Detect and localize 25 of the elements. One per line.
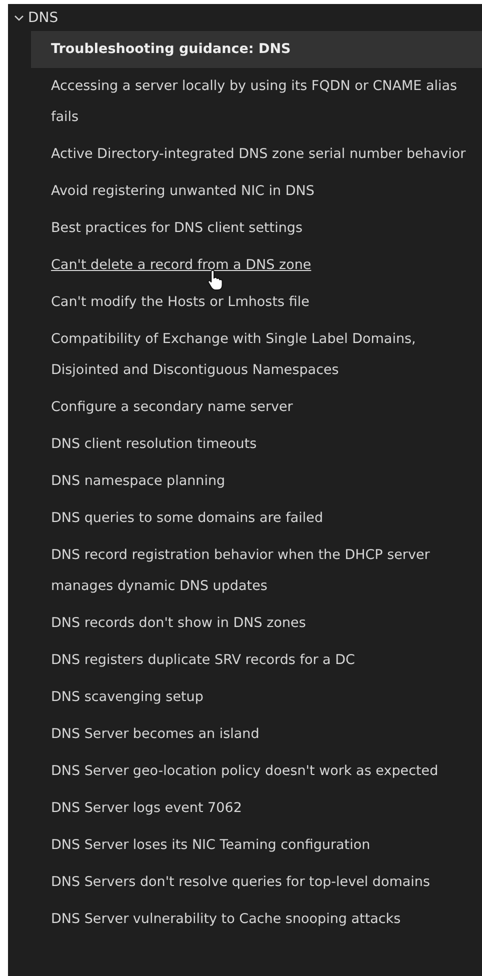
nav-item[interactable]: Troubleshooting guidance: DNS [31,31,482,68]
nav-item[interactable]: DNS records don't show in DNS zones [31,605,482,642]
nav-item[interactable]: Avoid registering unwanted NIC in DNS [31,173,482,210]
section-title: DNS [28,10,58,26]
nav-item[interactable]: DNS Server vulnerability to Cache snooping attacks [31,901,482,938]
nav-item[interactable]: DNS record registration behavior when the DHCP server manages dynamic DNS updates [31,537,482,605]
nav-item[interactable]: DNS registers duplicate SRV records for a DC [31,642,482,679]
nav-item[interactable]: DNS namespace planning [31,463,482,500]
hand-cursor-icon [207,269,225,291]
nav-item[interactable]: DNS scavenging setup [31,679,482,716]
section-header[interactable]: DNS [8,5,482,31]
nav-item[interactable]: DNS client resolution timeouts [31,426,482,463]
nav-item[interactable]: DNS Server loses its NIC Teaming configuration [31,827,482,864]
nav-item[interactable]: Can't delete a record from a DNS zone [31,247,482,284]
nav-item[interactable]: DNS Server logs event 7062 [31,790,482,827]
nav-item[interactable]: Accessing a server locally by using its FQDN or CNAME alias fails [31,68,482,136]
nav-item[interactable]: Can't modify the Hosts or Lmhosts file [31,284,482,321]
nav-item[interactable]: Active Directory-integrated DNS zone serial number behavior [31,136,482,173]
nav-item[interactable]: DNS Servers don't resolve queries for top-level domains [31,864,482,901]
nav-item[interactable]: DNS Server becomes an island [31,716,482,753]
nav-item[interactable]: Compatibility of Exchange with Single Label Domains, Disjointed and Discontiguous Namespaces [31,321,482,389]
nav-item[interactable]: Best practices for DNS client settings [31,210,482,247]
nav-item[interactable]: DNS Server geo-location policy doesn't work as expected [31,753,482,790]
nav-item[interactable]: Configure a secondary name server [31,389,482,426]
nav-item[interactable]: DNS queries to some domains are failed [31,500,482,537]
